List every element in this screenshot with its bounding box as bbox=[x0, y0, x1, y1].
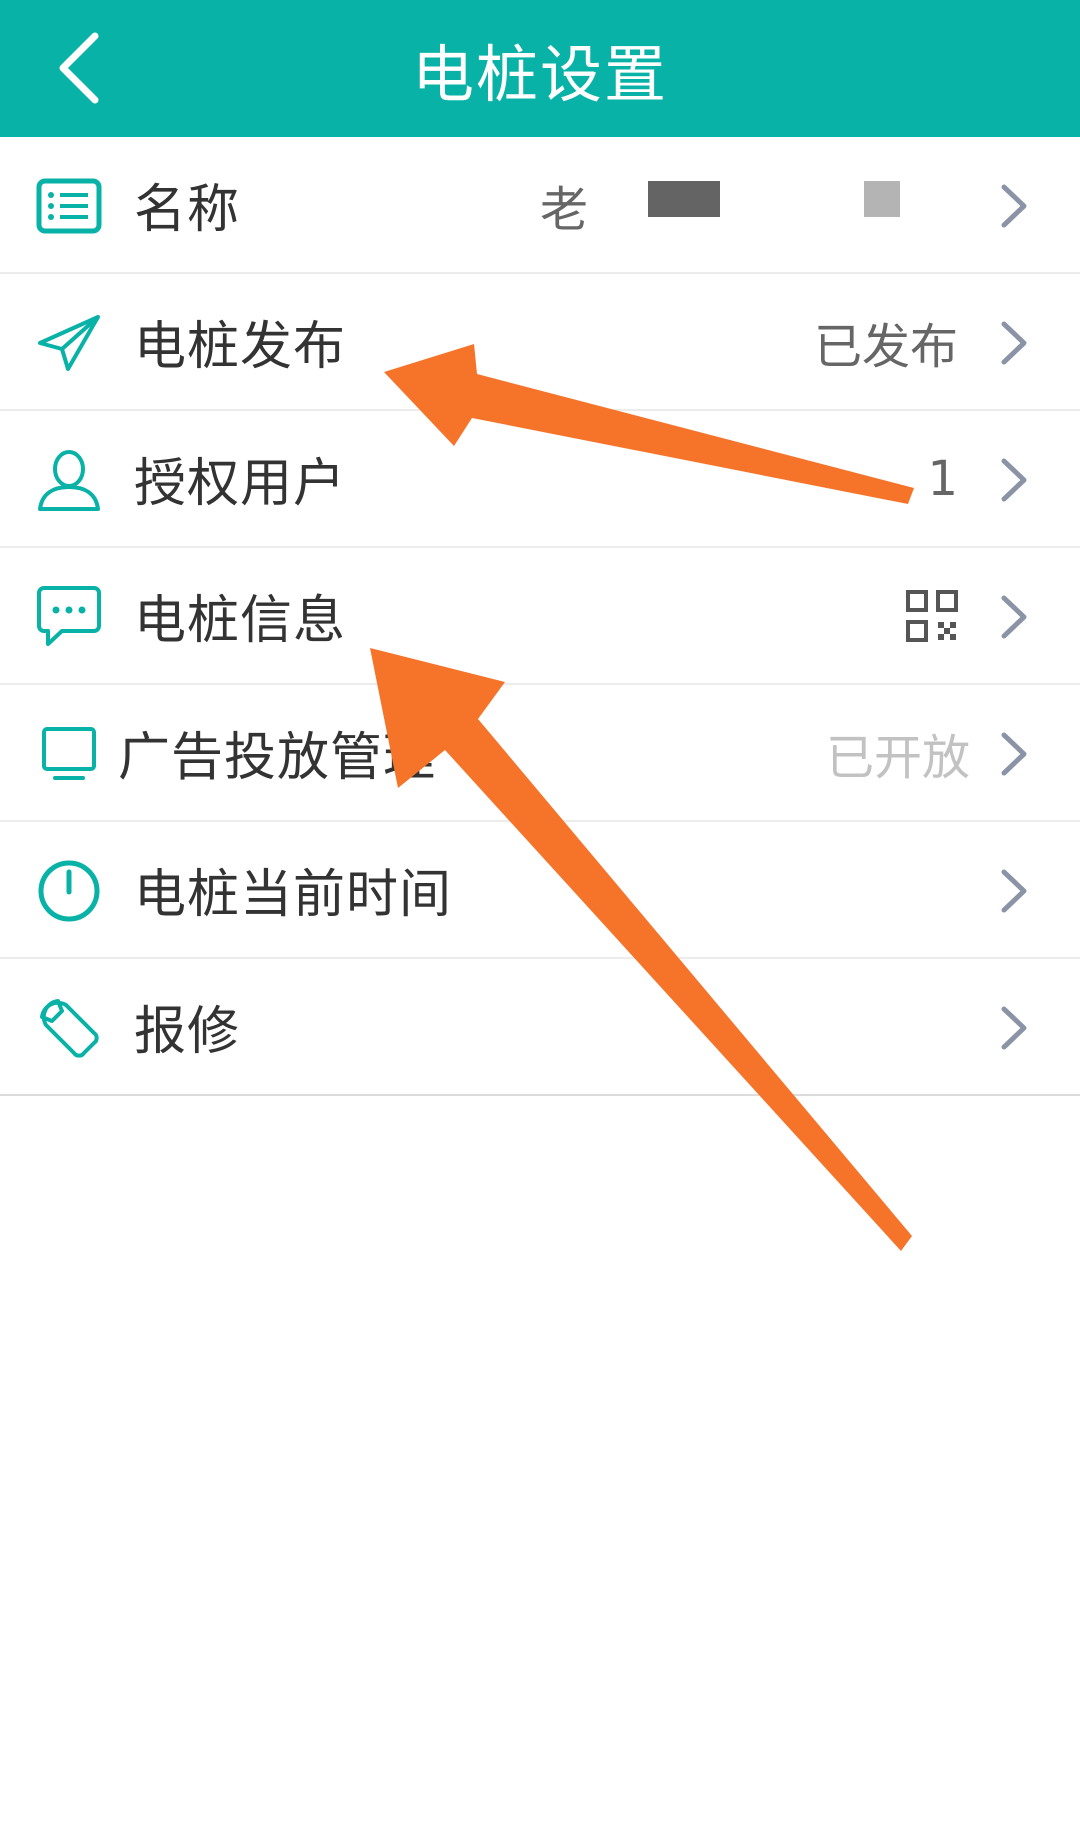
settings-item-repair[interactable]: 报修 bbox=[0, 959, 1080, 1096]
settings-item-label: 电桩发布 bbox=[134, 317, 347, 377]
qr-code-icon bbox=[906, 590, 958, 642]
name-value: 老 bbox=[540, 181, 589, 238]
redaction-block bbox=[648, 181, 720, 217]
user-icon bbox=[38, 450, 100, 511]
authorized-users-count: 1 bbox=[927, 450, 958, 507]
chevron-right-icon bbox=[1001, 869, 1027, 913]
chat-bubble-icon bbox=[37, 586, 101, 646]
settings-item-ad-management[interactable]: 广告投放管理 已开放 bbox=[0, 685, 1080, 822]
redaction-block bbox=[864, 181, 900, 217]
settings-item-label: 报修 bbox=[134, 1002, 241, 1062]
page-title: 电桩设置 bbox=[411, 37, 668, 111]
ad-status: 已开放 bbox=[825, 729, 970, 786]
settings-item-label: 名称 bbox=[134, 180, 241, 240]
chevron-right-icon bbox=[1001, 458, 1027, 502]
settings-item-pile-info[interactable]: 电桩信息 bbox=[0, 548, 1080, 685]
settings-item-label: 广告投放管理 bbox=[118, 728, 437, 788]
paper-plane-icon bbox=[38, 315, 100, 371]
chevron-right-icon bbox=[1001, 732, 1027, 776]
monitor-icon bbox=[42, 727, 96, 780]
settings-item-current-time[interactable]: 电桩当前时间 bbox=[0, 822, 1080, 959]
settings-item-label: 电桩当前时间 bbox=[134, 865, 453, 925]
app-header: 电桩设置 bbox=[0, 0, 1080, 137]
list-icon bbox=[36, 178, 102, 234]
settings-item-label: 授权用户 bbox=[134, 454, 347, 514]
settings-item-label: 电桩信息 bbox=[134, 591, 347, 651]
chevron-right-icon bbox=[1001, 1006, 1027, 1050]
settings-item-publish[interactable]: 电桩发布 已发布 bbox=[0, 274, 1080, 411]
qr-code-button[interactable] bbox=[906, 590, 958, 642]
settings-list: 名称 老 电桩发布 已发布 授权用户 1 电桩信息 广告投放管理 已开放 电桩当… bbox=[0, 137, 1080, 1096]
clock-icon bbox=[38, 860, 100, 922]
wrench-icon bbox=[40, 999, 99, 1058]
chevron-right-icon bbox=[1001, 184, 1027, 228]
chevron-right-icon bbox=[1001, 321, 1027, 365]
settings-item-authorized-users[interactable]: 授权用户 1 bbox=[0, 411, 1080, 548]
publish-status: 已发布 bbox=[813, 318, 958, 375]
settings-item-name[interactable]: 名称 老 bbox=[0, 137, 1080, 274]
chevron-right-icon bbox=[1001, 595, 1027, 639]
